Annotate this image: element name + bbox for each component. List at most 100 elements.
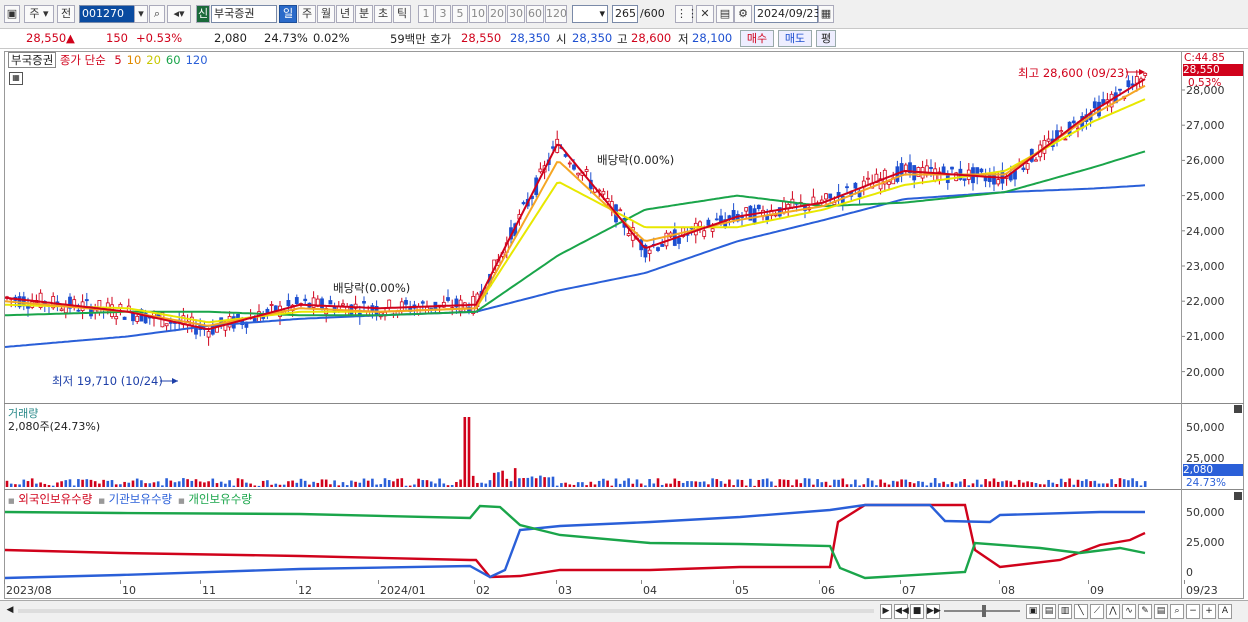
candle-body: [303, 298, 308, 302]
volume-bar: [291, 480, 294, 487]
volume-bar: [93, 481, 97, 487]
zoom-icon[interactable]: ⌕: [1170, 604, 1184, 619]
candle-body: [567, 162, 572, 165]
volume-bar: [190, 480, 194, 487]
holdings-close-icon[interactable]: [1234, 492, 1242, 500]
volume-bar: [912, 483, 916, 487]
layout-b-icon[interactable]: ▤: [1042, 604, 1056, 619]
trend-tool-icon[interactable]: ⟋: [1090, 604, 1104, 619]
candle-body: [987, 174, 992, 182]
candle-body: [929, 167, 933, 170]
x-tick-mark: [641, 580, 642, 584]
volume-bar: [257, 485, 261, 487]
zoom-slider-handle[interactable]: [982, 605, 986, 617]
volume-bar: [287, 481, 290, 487]
x-tick-mark: [999, 580, 1000, 584]
volume-bar: [610, 485, 614, 487]
volume-bar: [228, 480, 231, 487]
volume-separator: [4, 403, 1244, 404]
volume-bar: [896, 481, 899, 487]
volume-bar: [980, 484, 983, 487]
volume-bar: [627, 478, 630, 487]
scroll-right-icon[interactable]: ▶: [880, 604, 892, 619]
volume-bar: [513, 468, 517, 487]
candle-body: [420, 301, 425, 304]
volume-bar: [942, 481, 945, 487]
pattern-tool-icon[interactable]: ⋀: [1106, 604, 1120, 619]
volume-bar: [518, 478, 521, 487]
volume-bar: [740, 479, 744, 487]
volume-bar: [169, 480, 173, 487]
volume-bar: [261, 480, 265, 487]
candle-body: [1021, 167, 1026, 171]
volume-bar: [446, 485, 450, 487]
x-tick-mark: [733, 580, 734, 584]
candle-body: [194, 327, 198, 335]
volume-bar: [1080, 480, 1084, 487]
volume-bar: [681, 482, 685, 487]
zoom-out-icon[interactable]: −: [1186, 604, 1200, 619]
volume-bar: [560, 483, 563, 487]
x-tick: 12: [298, 584, 312, 597]
volume-bar: [723, 483, 727, 487]
paint-tool-icon[interactable]: ✎: [1138, 604, 1152, 619]
candle-body: [399, 301, 404, 312]
volume-bar: [883, 482, 887, 487]
volume-bar: [266, 480, 269, 487]
volume-close-icon[interactable]: [1234, 405, 1242, 413]
volume-last-badge: 2,080: [1183, 464, 1243, 476]
volume-bar: [467, 417, 471, 487]
font-size-icon[interactable]: A: [1218, 604, 1232, 619]
candle-body: [824, 193, 828, 200]
scroll-left-icon[interactable]: ◀: [4, 604, 16, 619]
volume-bar: [770, 481, 773, 487]
volume-bar: [278, 484, 282, 487]
volume-bar: [795, 479, 798, 487]
scrollbar-track[interactable]: [18, 609, 874, 613]
volume-bar: [946, 484, 950, 487]
layout-c-icon[interactable]: ▥: [1058, 604, 1072, 619]
volume-bar: [282, 484, 286, 487]
volume-bar: [102, 479, 105, 487]
candle-body: [647, 249, 652, 254]
volume-bar: [530, 476, 534, 487]
volume-bar: [442, 483, 446, 487]
volume-bar: [623, 480, 626, 487]
fast-forward-icon[interactable]: ▶▶: [926, 604, 941, 619]
volume-bar: [312, 481, 315, 487]
volume-bar: [240, 479, 244, 487]
moving-average-lines: [4, 78, 1146, 348]
volume-bar: [618, 483, 622, 487]
volume-bar: [677, 480, 681, 487]
wave-tool-icon[interactable]: ∿: [1122, 604, 1136, 619]
stop-icon[interactable]: ■: [910, 604, 924, 619]
volume-bar: [732, 485, 735, 487]
volume-bar: [1127, 480, 1130, 487]
volume-bar: [404, 485, 408, 487]
save-tool-icon[interactable]: ▤: [1154, 604, 1168, 619]
volume-bar: [497, 472, 500, 487]
layout-a-icon[interactable]: ▣: [1026, 604, 1040, 619]
candle-body: [828, 193, 833, 199]
volume-bar: [891, 480, 895, 487]
candle-body: [811, 196, 816, 205]
line-tool-icon[interactable]: ╲: [1074, 604, 1088, 619]
volume-bar: [1064, 482, 1067, 487]
rewind-icon[interactable]: ◀◀: [894, 604, 909, 619]
volume-bar: [534, 478, 538, 487]
x-tick: 04: [643, 584, 657, 597]
zoom-in-icon[interactable]: +: [1202, 604, 1216, 619]
candle-body: [752, 208, 757, 223]
candle-body: [601, 190, 606, 195]
volume-bar: [698, 481, 702, 487]
candle-body: [84, 299, 89, 302]
volume-bar: [219, 481, 223, 487]
holdings-line-0: [4, 503, 1146, 579]
volume-bar: [509, 481, 513, 487]
volume-bar: [329, 484, 332, 487]
candle-body: [714, 218, 719, 221]
volume-bar: [429, 481, 433, 487]
volume-bar: [303, 480, 307, 487]
candle-body: [744, 207, 749, 212]
candle-body: [1092, 101, 1097, 109]
